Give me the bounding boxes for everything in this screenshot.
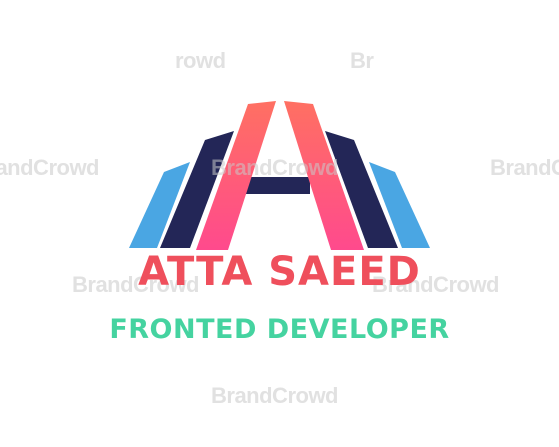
watermark-partial-rowd: rowd — [175, 48, 226, 73]
brand-tagline: FRONTED DEVELOPER — [109, 314, 450, 345]
letter-a-monogram-icon — [129, 101, 430, 250]
watermark-right: BrandCrowd — [490, 155, 559, 180]
watermark-partial-br: Br — [350, 48, 374, 73]
logo-canvas: rowd Br BrandCrowd BrandCrowd BrandCrowd… — [0, 0, 559, 447]
watermark-bottom: BrandCrowd — [211, 383, 339, 408]
watermark-center-top: BrandCrowd — [211, 155, 339, 180]
brand-name: ATTA SAEED — [138, 249, 421, 295]
watermark-left: BrandCrowd — [0, 155, 100, 180]
